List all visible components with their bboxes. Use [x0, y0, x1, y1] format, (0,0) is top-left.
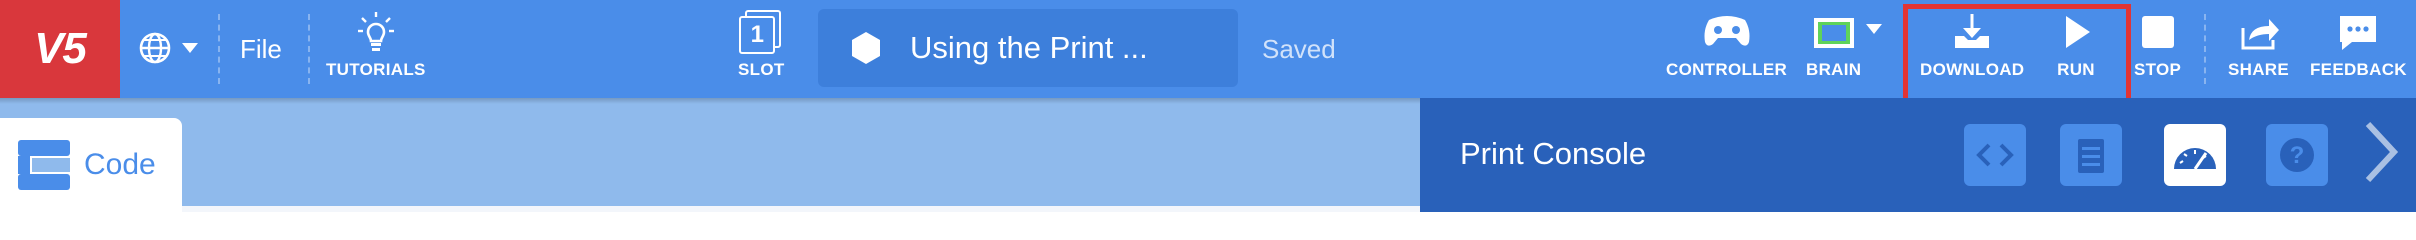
project-name-field[interactable]: Using the Print ...	[818, 9, 1238, 87]
code-blocks-icon	[18, 140, 70, 190]
controller-button[interactable]: CONTROLLER	[1666, 10, 1787, 80]
globe-icon	[139, 32, 171, 64]
tutorials-button[interactable]: TUTORIALS	[326, 10, 426, 80]
slot-button[interactable]: 1 SLOT	[738, 10, 785, 80]
brain-icon	[1813, 18, 1854, 48]
chevron-down-icon	[1865, 24, 1882, 34]
vex-logo: V5	[0, 0, 120, 98]
stop-label: STOP	[2134, 60, 2182, 79]
top-toolbar: V5 File TUTORIALS 1 SLOT Using the Print…	[0, 0, 2416, 104]
workspace-area	[0, 98, 1420, 212]
chat-bubble-icon	[2340, 16, 2377, 50]
save-status: Saved	[1262, 34, 1336, 64]
workspace-canvas-edge	[182, 206, 1420, 212]
svg-text:?: ?	[2290, 142, 2305, 169]
brain-button[interactable]: BRAIN	[1806, 10, 1887, 80]
chevron-down-icon	[182, 43, 198, 53]
chevron-right-icon[interactable]	[2360, 120, 2400, 184]
divider	[218, 14, 220, 84]
divider	[308, 14, 310, 84]
project-name: Using the Print ...	[910, 30, 1148, 65]
divider	[2204, 14, 2206, 84]
hexagon-icon	[852, 32, 880, 64]
console-title: Print Console	[1460, 136, 1647, 171]
brain-label: BRAIN	[1806, 60, 1862, 79]
console-code-view-button[interactable]	[1964, 124, 2026, 186]
console-help-button[interactable]: ?	[2266, 124, 2328, 186]
controller-icon	[1704, 16, 1750, 46]
file-menu[interactable]: File	[240, 34, 282, 65]
console-device-button[interactable]	[2060, 124, 2122, 186]
language-selector[interactable]	[138, 28, 210, 68]
logo-text: V5	[34, 24, 87, 73]
device-icon	[2078, 139, 2104, 173]
lightbulb-icon	[357, 12, 394, 51]
slot-icon: 1	[739, 10, 783, 54]
stop-icon	[2141, 16, 2174, 48]
help-icon: ?	[2280, 138, 2314, 172]
feedback-label: FEEDBACK	[2310, 60, 2407, 79]
dashboard-icon	[2174, 148, 2216, 170]
slot-label: SLOT	[738, 60, 785, 79]
tab-code[interactable]: Code	[0, 118, 182, 212]
highlight-box	[1903, 4, 2131, 104]
share-icon	[2241, 19, 2279, 50]
stop-button[interactable]: STOP	[2134, 10, 2181, 80]
code-view-icon	[1976, 143, 2014, 167]
print-console-header: Print Console ?	[1420, 98, 2416, 212]
feedback-button[interactable]: FEEDBACK	[2310, 10, 2407, 80]
controller-label: CONTROLLER	[1666, 60, 1788, 79]
console-dashboard-button[interactable]	[2164, 124, 2226, 186]
tutorials-label: TUTORIALS	[326, 60, 426, 79]
slot-number: 1	[750, 21, 764, 48]
tab-code-label: Code	[84, 148, 156, 181]
share-label: SHARE	[2228, 60, 2290, 79]
share-button[interactable]: SHARE	[2228, 10, 2289, 80]
